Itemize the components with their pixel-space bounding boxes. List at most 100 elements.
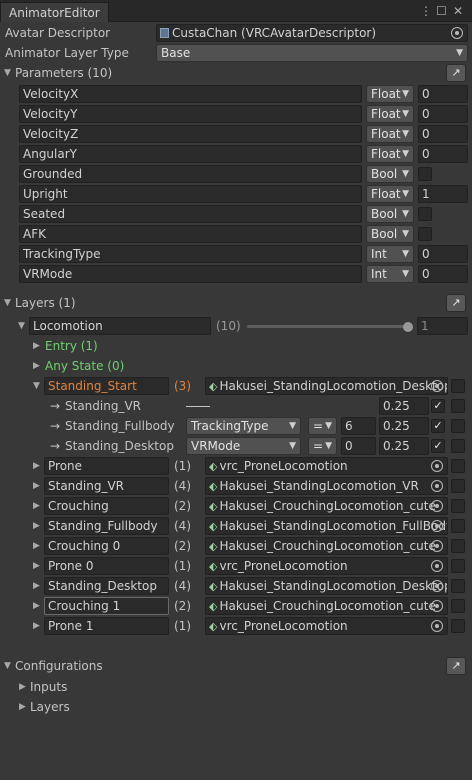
motion-field[interactable]: ⬖ vrc_ProneLocomotion bbox=[205, 557, 448, 575]
foldout-open-icon[interactable]: ▼ bbox=[33, 377, 40, 395]
state-checkbox[interactable] bbox=[451, 619, 465, 633]
foldout-closed-icon[interactable]: ▶ bbox=[33, 457, 40, 475]
parameter-type-dropdown[interactable]: Float ▼ bbox=[366, 105, 414, 123]
state-name-field[interactable]: Prone 0 bbox=[44, 557, 169, 575]
popout-icon[interactable]: ↗ bbox=[446, 64, 466, 82]
foldout-open-icon[interactable]: ▼ bbox=[4, 294, 11, 312]
object-picker-icon[interactable] bbox=[431, 480, 443, 492]
motion-field[interactable]: ⬖ Hakusei_CrouchingLocomotion_cute bbox=[205, 537, 448, 555]
layer-type-dropdown[interactable]: Base ▼ bbox=[156, 44, 468, 62]
object-picker-icon[interactable] bbox=[431, 520, 443, 532]
foldout-closed-icon[interactable]: ▶ bbox=[33, 357, 40, 375]
state-checkbox[interactable] bbox=[451, 559, 465, 573]
object-picker-icon[interactable] bbox=[431, 620, 443, 632]
parameter-name-field[interactable]: Seated bbox=[19, 205, 362, 223]
parameter-type-dropdown[interactable]: Bool ▼ bbox=[366, 165, 414, 183]
state-name-field[interactable]: Standing_Desktop bbox=[44, 577, 169, 595]
maximize-icon[interactable]: ☐ bbox=[436, 3, 447, 19]
parameter-name-field[interactable]: Upright bbox=[19, 185, 362, 203]
transition-value-field[interactable]: 6 bbox=[341, 417, 376, 435]
object-picker-icon[interactable] bbox=[431, 560, 443, 572]
transition-checkbox[interactable]: ✓ bbox=[431, 399, 445, 413]
parameter-type-dropdown[interactable]: Bool ▼ bbox=[366, 225, 414, 243]
transition-param-dropdown[interactable]: VRMode ▼ bbox=[186, 437, 301, 455]
foldout-closed-icon[interactable]: ▶ bbox=[33, 617, 40, 635]
transition-duration-field[interactable]: 0.25 bbox=[379, 397, 429, 415]
foldout-closed-icon[interactable]: ▶ bbox=[33, 577, 40, 595]
object-picker-icon[interactable] bbox=[431, 540, 443, 552]
parameter-name-field[interactable]: AngularY bbox=[19, 145, 362, 163]
parameter-name-field[interactable]: VelocityX bbox=[19, 85, 362, 103]
state-name-field[interactable]: Crouching bbox=[44, 497, 169, 515]
parameter-name-field[interactable]: Grounded bbox=[19, 165, 362, 183]
motion-field[interactable]: ⬖ Hakusei_StandingLocomotion_Desktop bbox=[205, 377, 448, 395]
parameter-type-dropdown[interactable]: Int ▼ bbox=[366, 265, 414, 283]
popout-icon[interactable]: ↗ bbox=[446, 657, 466, 675]
transition-extra-checkbox[interactable] bbox=[451, 439, 465, 453]
transition-param-dropdown[interactable]: TrackingType ▼ bbox=[186, 417, 301, 435]
parameter-default-field[interactable]: 0 bbox=[418, 245, 468, 263]
transition-operator-dropdown[interactable]: = ▼ bbox=[308, 417, 337, 435]
motion-field[interactable]: ⬖ Hakusei_StandingLocomotion_VR bbox=[205, 477, 448, 495]
transition-checkbox[interactable]: ✓ bbox=[431, 419, 445, 433]
object-picker-icon[interactable] bbox=[431, 580, 443, 592]
parameter-name-field[interactable]: VRMode bbox=[19, 265, 362, 283]
state-checkbox[interactable] bbox=[451, 519, 465, 533]
object-picker-icon[interactable] bbox=[431, 500, 443, 512]
motion-field[interactable]: ⬖ Hakusei_CrouchingLocomotion_cute bbox=[205, 597, 448, 615]
parameter-type-dropdown[interactable]: Int ▼ bbox=[366, 245, 414, 263]
object-picker-icon[interactable] bbox=[431, 600, 443, 612]
tab-animator-editor[interactable]: AnimatorEditor bbox=[0, 2, 109, 22]
state-name-field[interactable]: Crouching 1 bbox=[44, 597, 169, 615]
parameters-header[interactable]: ▼ Parameters (10) ↗ bbox=[0, 64, 472, 84]
foldout-closed-icon[interactable]: ▶ bbox=[19, 698, 26, 716]
transition-extra-checkbox[interactable] bbox=[451, 419, 465, 433]
config-layers-row[interactable]: ▶ Layers bbox=[0, 698, 472, 718]
state-name-field[interactable]: Standing_Fullbody bbox=[44, 517, 169, 535]
state-checkbox[interactable] bbox=[451, 479, 465, 493]
foldout-open-icon[interactable]: ▼ bbox=[4, 657, 11, 675]
parameter-default-field[interactable]: 0 bbox=[418, 265, 468, 283]
any-state-row[interactable]: ▶ Any State (0) bbox=[0, 357, 472, 377]
motion-field[interactable]: ⬖ vrc_ProneLocomotion bbox=[205, 457, 448, 475]
motion-field[interactable]: ⬖ Hakusei_StandingLocomotion_FullBody bbox=[205, 517, 448, 535]
state-checkbox[interactable] bbox=[451, 579, 465, 593]
foldout-closed-icon[interactable]: ▶ bbox=[33, 497, 40, 515]
parameter-type-dropdown[interactable]: Float ▼ bbox=[366, 145, 414, 163]
state-name-field[interactable]: Prone bbox=[44, 457, 169, 475]
parameter-default-checkbox[interactable] bbox=[418, 207, 432, 221]
foldout-open-icon[interactable]: ▼ bbox=[18, 317, 25, 335]
foldout-closed-icon[interactable]: ▶ bbox=[33, 477, 40, 495]
state-name-field[interactable]: Crouching 0 bbox=[44, 537, 169, 555]
transition-value-field[interactable]: 0 bbox=[341, 437, 376, 455]
parameter-default-field[interactable]: 0 bbox=[418, 85, 468, 103]
state-name-field[interactable]: Standing_VR bbox=[44, 477, 169, 495]
transition-operator-dropdown[interactable]: = ▼ bbox=[308, 437, 337, 455]
motion-field[interactable]: ⬖ Hakusei_StandingLocomotion_Desktop bbox=[205, 577, 448, 595]
state-checkbox[interactable] bbox=[451, 539, 465, 553]
layer-weight-slider[interactable] bbox=[247, 325, 410, 328]
foldout-closed-icon[interactable]: ▶ bbox=[33, 337, 40, 355]
parameter-default-field[interactable]: 1 bbox=[418, 185, 468, 203]
foldout-closed-icon[interactable]: ▶ bbox=[33, 557, 40, 575]
object-picker-icon[interactable] bbox=[431, 460, 443, 472]
state-checkbox[interactable] bbox=[451, 459, 465, 473]
layer-weight-field[interactable]: 1 bbox=[417, 317, 468, 335]
object-picker-icon[interactable] bbox=[431, 380, 443, 392]
parameter-default-field[interactable]: 0 bbox=[418, 125, 468, 143]
state-checkbox[interactable] bbox=[451, 379, 465, 393]
foldout-closed-icon[interactable]: ▶ bbox=[33, 537, 40, 555]
layers-header[interactable]: ▼ Layers (1) ↗ bbox=[0, 294, 472, 314]
transition-duration-field[interactable]: 0.25 bbox=[379, 437, 429, 455]
state-checkbox[interactable] bbox=[451, 599, 465, 613]
popout-icon[interactable]: ↗ bbox=[446, 294, 466, 312]
motion-field[interactable]: ⬖ Hakusei_CrouchingLocomotion_cute bbox=[205, 497, 448, 515]
parameter-default-checkbox[interactable] bbox=[418, 227, 432, 241]
config-inputs-row[interactable]: ▶ Inputs bbox=[0, 678, 472, 698]
parameter-default-checkbox[interactable] bbox=[418, 167, 432, 181]
transition-checkbox[interactable]: ✓ bbox=[431, 439, 445, 453]
kebab-menu-icon[interactable]: ⋮ bbox=[420, 3, 432, 19]
foldout-closed-icon[interactable]: ▶ bbox=[33, 597, 40, 615]
foldout-closed-icon[interactable]: ▶ bbox=[33, 517, 40, 535]
parameter-name-field[interactable]: AFK bbox=[19, 225, 362, 243]
